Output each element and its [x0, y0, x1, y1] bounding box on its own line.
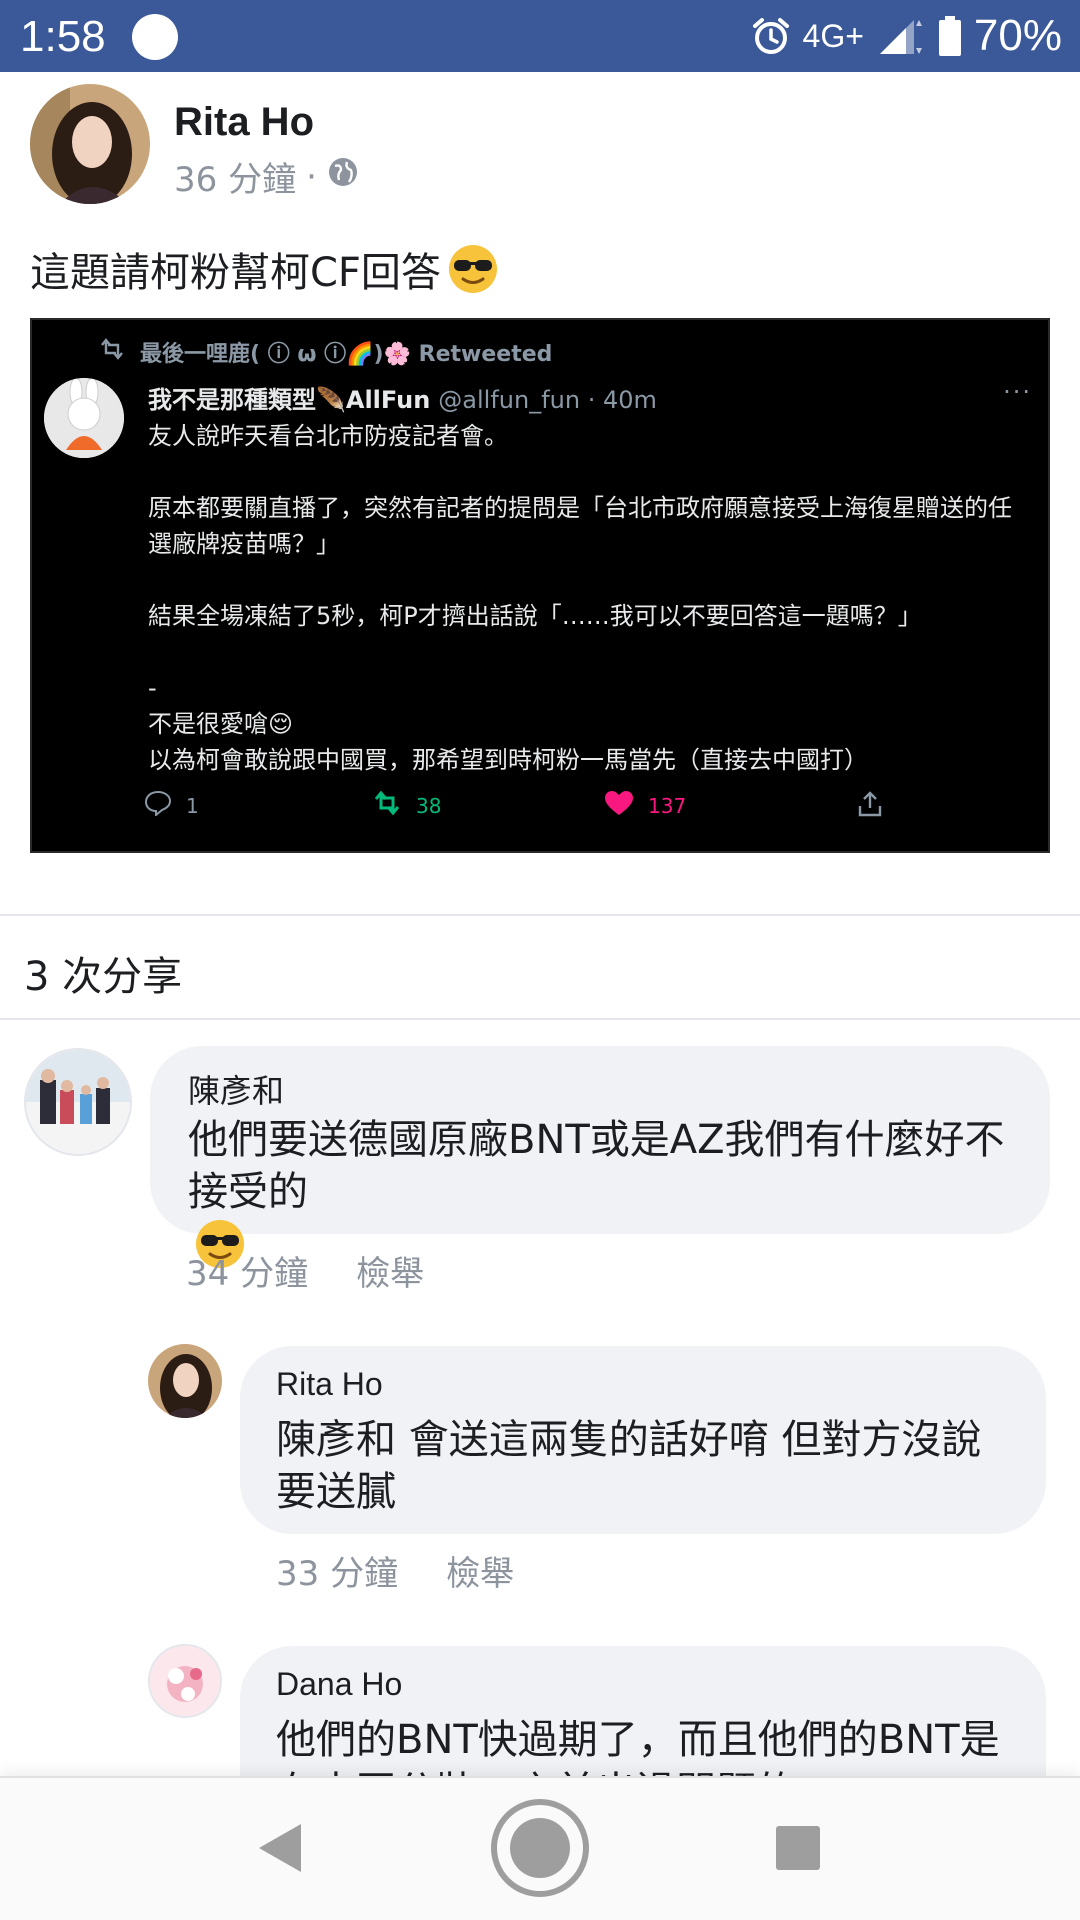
reply-time[interactable]: 33 分鐘	[276, 1546, 398, 1595]
report-link[interactable]: 檢舉	[356, 1246, 424, 1295]
home-button[interactable]	[460, 1778, 620, 1920]
tweet-retweets: 38	[372, 790, 441, 821]
recents-square-icon	[775, 1825, 821, 1875]
reply-author[interactable]: Rita Ho	[276, 1366, 383, 1403]
reply-avatar[interactable]	[148, 1644, 222, 1718]
network-type: 4G+	[802, 17, 864, 54]
author-avatar[interactable]	[30, 84, 150, 204]
share-count[interactable]: 3 次分享	[24, 944, 182, 1002]
status-time: 1:58	[20, 12, 106, 61]
status-bar: 1:58 4G+ 70%	[0, 0, 1080, 72]
tweet-handle: @allfun_fun · 40m	[438, 386, 657, 414]
signal-icon	[876, 16, 926, 56]
reply-avatar[interactable]	[148, 1344, 222, 1418]
meta-separator: ·	[306, 156, 317, 197]
globe-icon	[327, 156, 359, 197]
back-button[interactable]	[200, 1778, 360, 1920]
home-circle-icon	[488, 1796, 592, 1904]
recents-button[interactable]	[718, 1778, 878, 1920]
reply-text: 陳彥和 會送這兩隻的話好唷 但對方沒說要送膩	[276, 1417, 982, 1515]
heart-icon	[604, 790, 634, 821]
like-count: 137	[648, 793, 687, 818]
tweet-body: 友人說昨天看台北市防疫記者會。 原本都要關直播了，突然有記者的提問是「台北市政府…	[148, 422, 1012, 774]
battery-percent: 70%	[973, 11, 1062, 60]
tweet-author-name: 我不是那種類型🪶AllFun	[148, 386, 431, 414]
post-meta: 36 分鐘 ·	[174, 152, 359, 201]
post-text-content: 這題請柯粉幫柯CF回答	[30, 250, 441, 296]
more-icon: ···	[1003, 378, 1032, 406]
back-triangle-icon	[255, 1821, 305, 1879]
retweet-count-icon	[372, 790, 402, 821]
comment-time[interactable]: 34 分鐘	[186, 1246, 308, 1295]
tweet-share	[856, 790, 884, 823]
tweet-likes: 137	[604, 790, 686, 821]
divider	[0, 1018, 1080, 1020]
retweet-header: 最後一哩鹿( ⓘ ω ⓘ🌈)🌸 Retweeted	[98, 336, 552, 368]
divider	[0, 914, 1080, 916]
reply-author[interactable]: Dana Ho	[276, 1666, 402, 1703]
reply-icon	[144, 790, 172, 821]
battery-icon	[938, 15, 962, 57]
retweeted-by: 最後一哩鹿( ⓘ ω ⓘ🌈)🌸 Retweeted	[140, 342, 553, 367]
comment-text-content: 他們要送德國原廠BNT或是AZ我們有什麼好不接受的	[188, 1117, 1005, 1215]
alarm-icon	[751, 16, 791, 56]
tweet-author-row: 我不是那種類型🪶AllFun @allfun_fun · 40m	[148, 380, 657, 415]
sunglasses-emoji-icon	[447, 243, 499, 295]
notification-dot-icon	[132, 14, 178, 60]
commenter-avatar[interactable]	[24, 1048, 132, 1156]
tweet-screenshot[interactable]: 最後一哩鹿( ⓘ ω ⓘ🌈)🌸 Retweeted 我不是那種類型🪶AllFun…	[30, 318, 1050, 853]
post-text: 這題請柯粉幫柯CF回答	[30, 240, 499, 298]
system-nav-bar	[0, 1776, 1080, 1920]
status-right: 4G+ 70%	[751, 11, 1062, 60]
report-link[interactable]: 檢舉	[446, 1546, 514, 1595]
post-author-name[interactable]: Rita Ho	[174, 100, 314, 145]
tweet-avatar	[44, 378, 124, 458]
comment-meta: 34 分鐘 檢舉	[186, 1246, 424, 1295]
post-time[interactable]: 36 分鐘	[174, 152, 296, 201]
tweet-reply: 1	[144, 790, 199, 821]
tweet-actions: 1 38 137	[144, 790, 1004, 830]
retweet-count: 38	[416, 793, 442, 818]
reply-count: 1	[186, 793, 199, 818]
share-icon	[856, 790, 884, 823]
reply-meta: 33 分鐘 檢舉	[276, 1546, 514, 1595]
comment-author[interactable]: 陳彥和	[188, 1066, 284, 1112]
retweet-icon	[98, 337, 126, 367]
